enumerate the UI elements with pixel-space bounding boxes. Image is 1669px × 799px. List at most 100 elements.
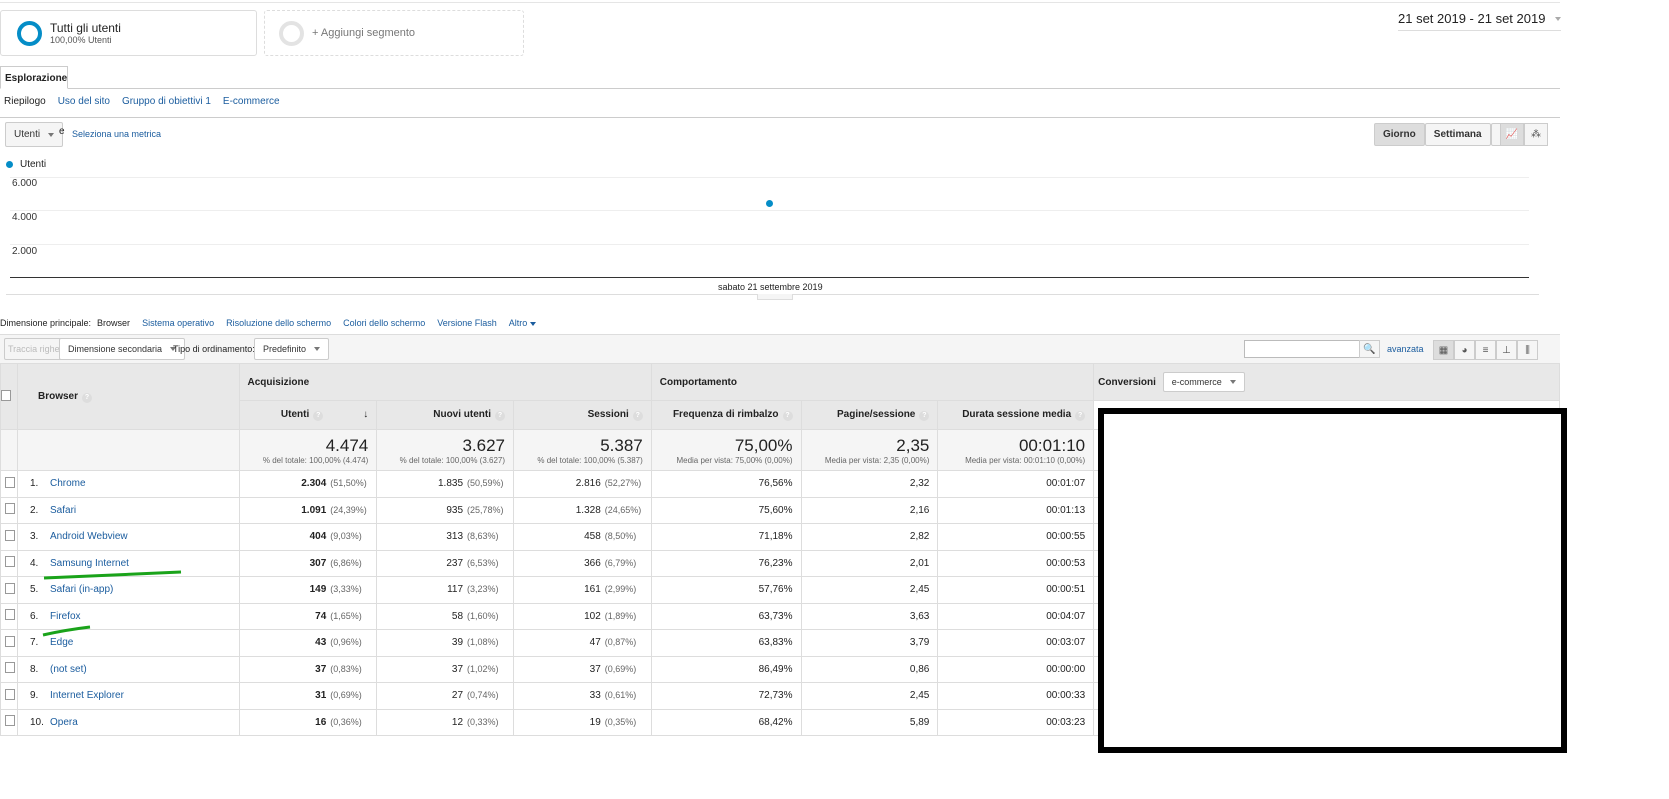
line-chart-icon[interactable]: 📈 xyxy=(1500,123,1524,146)
browser-link[interactable]: Android Webview xyxy=(50,531,128,542)
date-range-picker[interactable]: 21 set 2019 - 21 set 2019 xyxy=(1398,11,1562,31)
col-rimbalzo[interactable]: Frequenza di rimbalzo? xyxy=(650,400,802,430)
row-checkbox[interactable] xyxy=(5,635,15,647)
help-icon: ? xyxy=(632,411,643,421)
secondary-dimension-dropdown[interactable]: Dimensione secondaria xyxy=(59,338,186,360)
help-icon: ? xyxy=(919,411,930,421)
metric-dropdown[interactable]: Utenti xyxy=(5,122,64,147)
table-cell: 5,89 xyxy=(800,708,939,736)
dimension-more[interactable]: Altro xyxy=(509,318,537,328)
table-cell xyxy=(0,576,18,604)
table-cell: 2. Safari xyxy=(17,496,240,524)
search-icon[interactable]: 🔍 xyxy=(1359,340,1380,358)
table-cell: 33 (0,61%) xyxy=(513,682,652,710)
total-cell: 00:01:10 Media per vista: 00:01:10 (0,00%… xyxy=(937,429,1095,471)
granularity-day[interactable]: Giorno xyxy=(1374,123,1425,146)
help-icon: ? xyxy=(313,411,324,421)
row-checkbox[interactable] xyxy=(5,688,15,700)
add-segment-label: + Aggiungi segmento xyxy=(312,27,416,39)
row-checkbox[interactable] xyxy=(5,715,15,727)
y-tick-2000: 2.000 xyxy=(12,246,38,257)
col-nuovi-utenti[interactable]: Nuovi utenti? xyxy=(376,400,515,430)
dimension-os[interactable]: Sistema operativo xyxy=(142,318,214,328)
pie-view-icon[interactable]: ◕ xyxy=(1454,340,1475,360)
table-cell: 307 (6,86%) xyxy=(238,549,378,577)
comparison-view-icon[interactable]: ⊥ xyxy=(1496,340,1517,360)
table-cell: 2,01 xyxy=(800,549,939,577)
motion-chart-icon[interactable]: ⁂ xyxy=(1524,123,1548,146)
table-cell: 2,45 xyxy=(800,576,939,604)
table-cell: 00:00:51 xyxy=(937,576,1095,604)
col-sessioni[interactable]: Sessioni? xyxy=(513,400,652,430)
table-cell: 75,60% xyxy=(650,496,802,524)
table-cell: 63,73% xyxy=(650,602,802,630)
dimension-resolution[interactable]: Risoluzione dello schermo xyxy=(226,318,331,328)
x-axis xyxy=(10,277,1529,278)
performance-view-icon[interactable]: ≡ xyxy=(1475,340,1496,360)
conversion-dropdown[interactable]: e-commerce xyxy=(1162,372,1245,392)
legend-utenti: Utenti xyxy=(20,159,47,170)
row-checkbox[interactable] xyxy=(5,476,15,488)
help-icon: ? xyxy=(495,411,506,421)
col-utenti[interactable]: Utenti? ↓ xyxy=(238,400,378,430)
table-cell: 39 (1,08%) xyxy=(376,629,515,657)
browser-link[interactable]: (not set) xyxy=(50,664,87,675)
browser-link[interactable]: Safari xyxy=(50,505,76,516)
col-pagine-sessione[interactable]: Pagine/sessione? xyxy=(800,400,939,430)
subtab-uso-sito[interactable]: Uso del sito xyxy=(58,96,110,107)
table-cell: 458 (8,50%) xyxy=(513,523,652,551)
row-checkbox[interactable] xyxy=(5,662,15,674)
x-tick-label: sabato 21 settembre 2019 xyxy=(718,282,823,292)
browser-link[interactable]: Opera xyxy=(50,717,78,728)
subtab-riepilogo[interactable]: Riepilogo xyxy=(4,96,46,107)
table-cell xyxy=(0,602,18,630)
segment-ring-icon xyxy=(17,20,42,46)
browser-link[interactable]: Chrome xyxy=(50,478,86,489)
select-all-checkbox[interactable] xyxy=(1,389,11,401)
granularity-week[interactable]: Settimana xyxy=(1424,123,1491,146)
browser-link[interactable]: Internet Explorer xyxy=(50,690,124,701)
table-cell: 37 (1,02%) xyxy=(376,655,515,683)
subtab-obiettivi[interactable]: Gruppo di obiettivi 1 xyxy=(122,96,211,107)
add-segment-button[interactable]: + Aggiungi segmento xyxy=(264,10,524,56)
segment-all-users[interactable]: Tutti gli utenti 100,00% Utenti xyxy=(0,10,257,56)
metric-and: e xyxy=(59,126,65,137)
select-metric-link[interactable]: Seleziona una metrica xyxy=(72,129,161,139)
advanced-filter-link[interactable]: avanzata xyxy=(1387,344,1424,354)
segment-title: Tutti gli utenti xyxy=(50,21,121,35)
row-checkbox[interactable] xyxy=(5,556,15,568)
row-checkbox[interactable] xyxy=(5,582,15,594)
metric-dropdown-value: Utenti xyxy=(14,129,41,140)
table-cell: 00:01:07 xyxy=(937,470,1095,498)
table-cell: 1.328 (24,65%) xyxy=(513,496,652,524)
browser-header[interactable]: Browser? xyxy=(17,363,240,430)
table-cell: 161 (2,99%) xyxy=(513,576,652,604)
tab-esplorazione[interactable]: Esplorazione xyxy=(0,66,68,89)
row-checkbox[interactable] xyxy=(5,609,15,621)
data-point[interactable] xyxy=(766,199,773,207)
table-cell: 12 (0,33%) xyxy=(376,708,515,736)
dimension-colors[interactable]: Colori dello schermo xyxy=(343,318,425,328)
subtab-ecommerce[interactable]: E-commerce xyxy=(223,96,280,107)
table-cell: 76,56% xyxy=(650,470,802,498)
dimension-flash[interactable]: Versione Flash xyxy=(437,318,497,328)
plot-rows-button[interactable]: Traccia righe xyxy=(4,338,64,360)
date-range-label: 21 set 2019 - 21 set 2019 xyxy=(1398,11,1546,26)
annotation-scribbles xyxy=(42,570,182,637)
table-cell xyxy=(0,708,18,736)
row-checkbox[interactable] xyxy=(5,503,15,515)
table-cell: 3. Android Webview xyxy=(17,523,240,551)
chart-resize-handle[interactable] xyxy=(757,294,793,300)
table-cell xyxy=(17,429,240,471)
table-cell: 76,23% xyxy=(650,549,802,577)
row-checkbox[interactable] xyxy=(5,529,15,541)
total-cell: 4.474% del totale: 100,00% (4.474) xyxy=(238,429,378,471)
table-view-icon[interactable]: ▦ xyxy=(1433,340,1454,360)
table-cell: 00:00:00 xyxy=(937,655,1095,683)
sort-type-dropdown[interactable]: Predefinito xyxy=(254,338,330,360)
pivot-view-icon[interactable]: ⫼ xyxy=(1517,340,1538,360)
table-cell: 43 (0,96%) xyxy=(238,629,378,657)
table-search-input[interactable] xyxy=(1244,340,1360,358)
col-durata[interactable]: Durata sessione media? xyxy=(937,400,1095,430)
table-cell: 19 (0,35%) xyxy=(513,708,652,736)
